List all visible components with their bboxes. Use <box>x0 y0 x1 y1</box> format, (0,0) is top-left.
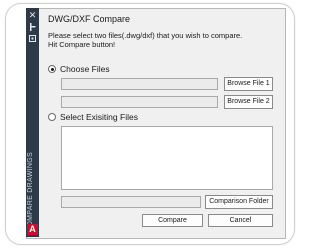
existing-files-list[interactable] <box>61 126 273 190</box>
existing-files-label: Select Exisiting Files <box>60 112 138 122</box>
choose-files-option[interactable]: Choose Files <box>48 64 110 74</box>
instruction-line-1: Please select two files(.dwg/dxf) that y… <box>48 31 243 40</box>
settings-icon[interactable] <box>26 35 39 45</box>
pin-icon[interactable] <box>26 23 39 34</box>
close-icon[interactable]: ✕ <box>26 11 39 21</box>
palette-sidebar: ✕ COMPARE DRAWINGS A <box>26 8 39 237</box>
file-2-path-field[interactable] <box>61 96 218 108</box>
app-logo: A <box>27 224 38 235</box>
cancel-button[interactable]: Cancel <box>208 214 273 227</box>
instruction-line-2: Hit Compare button! <box>48 40 116 49</box>
comparison-folder-field[interactable] <box>61 196 201 208</box>
choose-files-radio[interactable] <box>48 65 56 73</box>
existing-files-radio[interactable] <box>48 113 56 121</box>
browse-file-2-button[interactable]: Browse File 2 <box>224 95 273 109</box>
pin-icon-graphic <box>30 23 36 31</box>
settings-icon-graphic <box>29 35 36 42</box>
file-1-path-field[interactable] <box>61 78 218 90</box>
existing-files-option[interactable]: Select Exisiting Files <box>48 112 138 122</box>
comparison-folder-button[interactable]: Comparison Folder <box>205 195 273 209</box>
instructions: Please select two files(.dwg/dxf) that y… <box>48 31 278 49</box>
choose-files-label: Choose Files <box>60 64 110 74</box>
browse-file-1-button[interactable]: Browse File 1 <box>224 77 273 91</box>
dialog-title: DWG/DXF Compare <box>48 14 131 24</box>
compare-button[interactable]: Compare <box>142 214 203 227</box>
